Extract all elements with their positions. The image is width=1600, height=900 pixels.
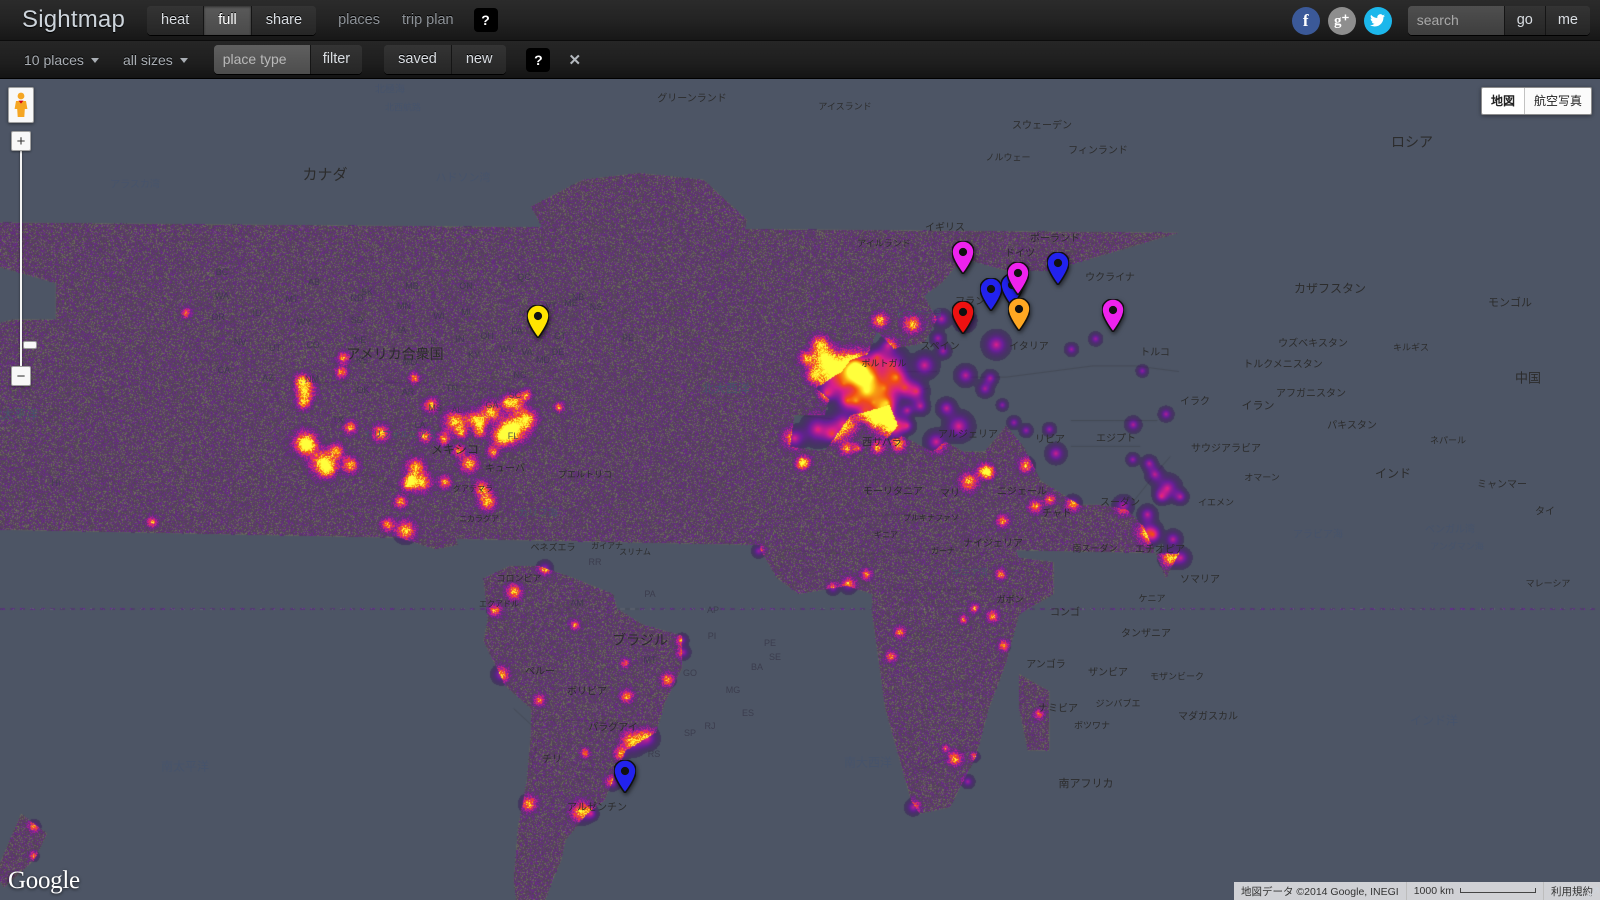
marker-istanbul[interactable]: [1101, 298, 1125, 334]
googleplus-icon[interactable]: g⁺: [1327, 6, 1356, 35]
map-scale-label: 1000 km: [1413, 885, 1454, 897]
marker-new-york[interactable]: [526, 304, 550, 340]
place-type-input[interactable]: [213, 45, 310, 74]
marker-london[interactable]: [951, 240, 975, 276]
maptype-satellite-button[interactable]: 航空写真: [1523, 88, 1591, 114]
marker-paris[interactable]: [979, 277, 1003, 313]
map-type-control: 地図 航空写真: [1480, 87, 1592, 115]
nav-trip-plan[interactable]: trip plan: [402, 12, 454, 28]
map-data-attribution: 地図データ ©2014 Google, INEGI: [1234, 882, 1406, 900]
saved-button[interactable]: saved: [384, 45, 452, 74]
zoom-in-button[interactable]: +: [11, 131, 31, 151]
sightmap-app: Sightmap heat full share places trip plan …: [0, 0, 1600, 900]
resize-grip-icon[interactable]: [1585, 885, 1599, 899]
marker-warsaw[interactable]: [1046, 251, 1070, 287]
search-box: go me: [1407, 6, 1590, 35]
zoom-out-button[interactable]: −: [11, 366, 31, 386]
marker-bordeaux[interactable]: [951, 300, 975, 336]
facebook-icon[interactable]: f: [1291, 6, 1320, 35]
search-input[interactable]: [1407, 6, 1504, 35]
zoom-control: + −: [11, 131, 37, 386]
mode-full[interactable]: full: [204, 5, 252, 35]
search-go-button[interactable]: go: [1503, 6, 1545, 35]
help-button-top[interactable]: ?: [473, 8, 498, 32]
filter-button[interactable]: filter: [309, 45, 363, 74]
google-logo: Google: [8, 867, 80, 894]
mode-share[interactable]: share: [251, 5, 317, 35]
close-toolbar-button[interactable]: ✕: [568, 51, 581, 69]
scale-bar-graphic: [1460, 887, 1536, 893]
sizes-label: all sizes: [122, 51, 173, 68]
top-toolbar-right: f g⁺ go me: [1284, 0, 1590, 41]
zoom-slider-track[interactable]: [20, 147, 37, 375]
map-canvas-container[interactable]: カナダ ハドソン湾 アメリカ合衆国 アラスカ湾 メキシコ カリフォルニア湾 キューバ プエルト…: [0, 79, 1600, 900]
sizes-dropdown[interactable]: all sizes: [123, 52, 188, 68]
me-button[interactable]: me: [1544, 6, 1590, 35]
heatmap-overlay: [0, 79, 1600, 900]
zoom-slider-thumb[interactable]: [23, 341, 37, 349]
chevron-down-icon: [179, 58, 188, 63]
map-attribution-bar: 地図データ ©2014 Google, INEGI 1000 km 利用規約: [1234, 882, 1600, 900]
twitter-icon[interactable]: [1363, 6, 1392, 35]
help-button-filter[interactable]: ?: [526, 47, 551, 72]
top-toolbar: Sightmap heat full share places trip plan …: [0, 0, 1600, 41]
chevron-down-icon: [90, 58, 99, 63]
marker-rome[interactable]: [1007, 297, 1031, 333]
app-brand: Sightmap: [22, 6, 125, 33]
places-count-label: 10 places: [24, 51, 84, 68]
mode-heat[interactable]: heat: [147, 5, 205, 35]
pegman-streetview-icon[interactable]: [8, 87, 34, 123]
new-button[interactable]: new: [451, 45, 507, 74]
marker-munich[interactable]: [1006, 261, 1030, 297]
maptype-map-button[interactable]: 地図: [1481, 88, 1524, 114]
place-type-group: filter: [213, 45, 363, 74]
marker-buenos-aires[interactable]: [613, 759, 637, 795]
map-scale-bar: 1000 km: [1405, 882, 1543, 900]
filter-toolbar: 10 places all sizes filter saved new ? ✕: [0, 41, 1600, 79]
places-count-dropdown[interactable]: 10 places: [24, 52, 99, 68]
mode-button-group: heat full share: [147, 5, 317, 35]
saved-new-group: saved new: [384, 45, 507, 74]
nav-places[interactable]: places: [338, 12, 380, 28]
